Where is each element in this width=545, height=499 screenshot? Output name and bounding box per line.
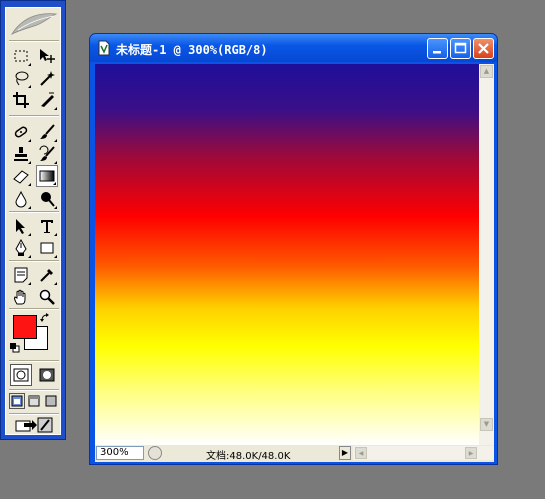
feather-logo-icon[interactable]: [8, 8, 60, 38]
screen-mode-standard-icon: [11, 395, 23, 407]
status-menu-arrow-icon[interactable]: ▶: [339, 446, 351, 460]
screen-mode-full-menu-button[interactable]: [26, 393, 42, 409]
separator: [9, 389, 59, 391]
minimize-icon: [433, 51, 441, 54]
lasso-tool[interactable]: [10, 67, 32, 89]
hand-icon: [14, 289, 26, 305]
healing-brush-tool[interactable]: [10, 121, 32, 143]
jump-to-imageready-icon: [15, 417, 53, 433]
quick-mask-icon: [39, 368, 55, 382]
horizontal-scrollbar[interactable]: ◀ ▶: [353, 446, 494, 460]
screen-mode-full-icon: [45, 395, 57, 407]
maximize-icon: [454, 42, 467, 54]
close-button[interactable]: [473, 38, 494, 59]
notes-tool[interactable]: [10, 264, 32, 286]
screen-mode-full-button[interactable]: [43, 393, 59, 409]
standard-mode-button[interactable]: [10, 364, 32, 386]
dodge-tool[interactable]: [36, 188, 58, 210]
slice-tool[interactable]: [36, 89, 58, 111]
type-tool[interactable]: [36, 215, 58, 237]
magic-wand-tool[interactable]: [36, 67, 58, 89]
scroll-corner: [480, 431, 493, 444]
separator: [9, 360, 59, 362]
status-bar: 300% 文档:48.0K/48.0K ▶ ◀ ▶: [95, 445, 494, 462]
rectangle-tool[interactable]: [36, 237, 58, 259]
separator: [9, 308, 59, 310]
standard-mode-icon: [13, 368, 29, 382]
document-size-info: 文档:48.0K/48.0K: [206, 451, 291, 462]
eraser-tool[interactable]: [10, 165, 32, 187]
separator: [9, 413, 59, 415]
image-canvas[interactable]: [95, 64, 479, 445]
separator: [9, 260, 59, 262]
document-icon: [98, 40, 110, 56]
blur-tool[interactable]: [10, 188, 32, 210]
gradient-tool[interactable]: [36, 165, 58, 187]
scroll-right-arrow[interactable]: ▶: [465, 447, 477, 459]
separator: [9, 211, 59, 213]
move-tool[interactable]: [36, 45, 58, 67]
rect-marquee-tool[interactable]: [10, 45, 32, 67]
maximize-button[interactable]: [450, 38, 471, 59]
document-titlebar[interactable]: 未标题-1 @ 300%(RGB/8): [90, 34, 497, 62]
pen-tool[interactable]: [10, 237, 32, 259]
quick-mask-button[interactable]: [36, 364, 58, 386]
document-window: 未标题-1 @ 300%(RGB/8) ▲ ▼ 300% 文档:48.0K/48…: [89, 33, 498, 465]
foreground-color-swatch[interactable]: [13, 315, 37, 339]
zoom-tool[interactable]: [36, 286, 58, 308]
screen-mode-full-menu-icon: [28, 395, 40, 407]
eyedropper-tool[interactable]: [36, 264, 58, 286]
magnifier-icon: [39, 289, 55, 305]
default-colors-icon[interactable]: [10, 343, 20, 353]
scroll-up-arrow[interactable]: ▲: [480, 65, 493, 78]
crop-icon: [13, 92, 29, 108]
hand-tool[interactable]: [10, 286, 32, 308]
zoom-level-field[interactable]: 300%: [96, 446, 144, 460]
path-selection-tool[interactable]: [10, 215, 32, 237]
separator: [9, 115, 59, 117]
tools-palette: [0, 0, 66, 440]
magic-wand-icon: [40, 71, 55, 86]
brush-tool[interactable]: [36, 121, 58, 143]
clone-stamp-tool[interactable]: [10, 143, 32, 165]
separator: [9, 40, 59, 42]
minimize-button[interactable]: [427, 38, 448, 59]
vertical-scrollbar[interactable]: ▲ ▼: [479, 64, 494, 445]
scroll-down-arrow[interactable]: ▼: [480, 418, 493, 431]
document-title: 未标题-1 @ 300%(RGB/8): [116, 43, 268, 57]
move-icon: [40, 49, 55, 63]
close-icon: [478, 43, 489, 54]
tools-palette-body: [5, 7, 61, 435]
swap-colors-icon[interactable]: [40, 313, 51, 324]
scroll-left-arrow[interactable]: ◀: [355, 447, 367, 459]
jump-to-imageready-button[interactable]: [12, 416, 56, 434]
status-circle-icon[interactable]: [148, 446, 162, 460]
history-brush-tool[interactable]: [36, 143, 58, 165]
screen-mode-standard-button[interactable]: [9, 393, 25, 409]
crop-tool[interactable]: [10, 89, 32, 111]
